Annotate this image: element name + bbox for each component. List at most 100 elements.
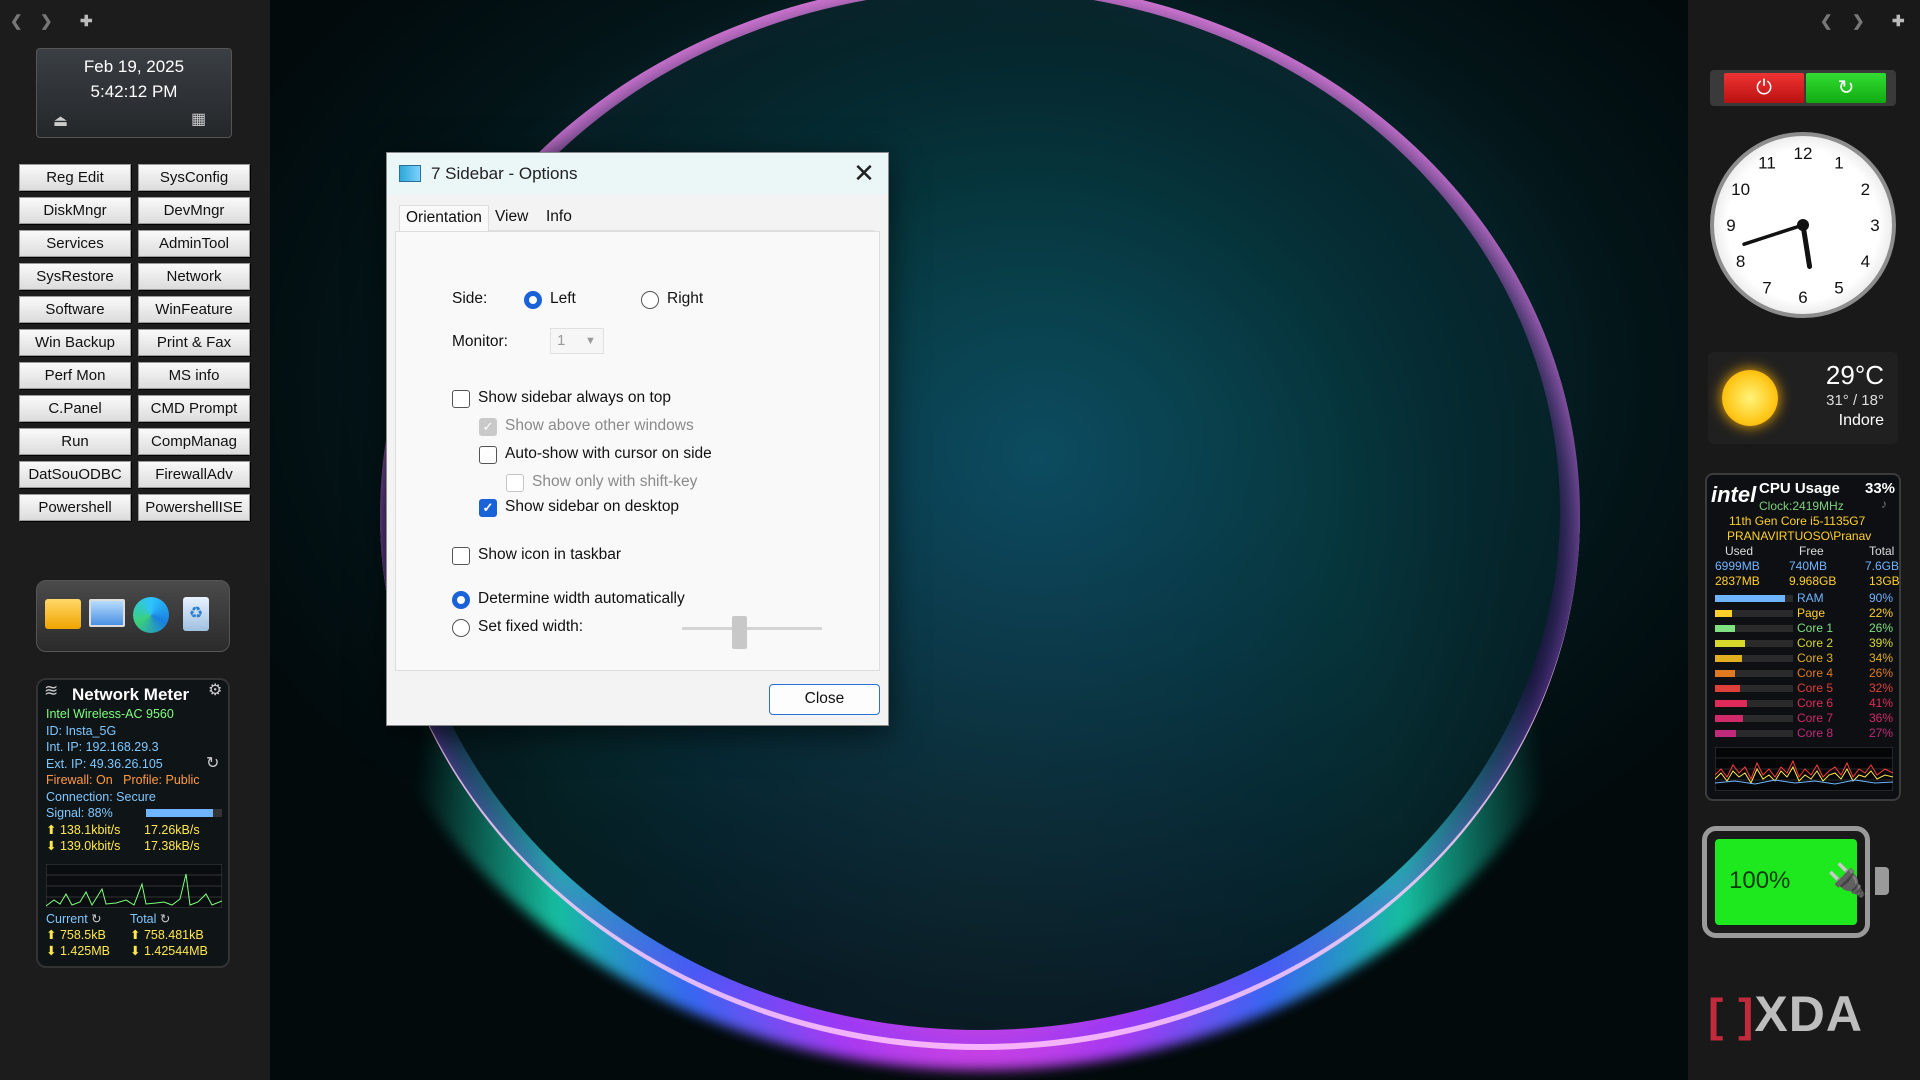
side-right-radio[interactable] (641, 291, 659, 309)
restart-icon[interactable]: ↻ (1806, 73, 1886, 103)
quick-button-c-panel[interactable]: C.Panel (19, 395, 131, 422)
download-rate: ⬇ 139.0kbit/s (46, 839, 121, 853)
add-gadget-icon[interactable]: ✚ (1892, 12, 1905, 30)
width-auto-radio[interactable] (452, 591, 470, 609)
width-slider-thumb[interactable] (732, 616, 747, 649)
usage-bar-value: 36% (1868, 711, 1893, 725)
network-id: ID: Insta_5G (46, 723, 117, 738)
clock-number: 4 (1861, 252, 1870, 271)
quick-button-compmanag[interactable]: CompManag (138, 428, 250, 455)
quick-button-datsouodbc[interactable]: DatSouODBC (19, 461, 131, 488)
usage-bar-value: 32% (1868, 681, 1893, 695)
memory-row-page: 2837MB 9.968GB 13GB (1715, 574, 1900, 589)
show-on-desktop-checkbox[interactable]: ✓ (479, 499, 497, 517)
clock-face: 121234567891011 (1726, 144, 1879, 307)
add-gadget-icon[interactable]: ✚ (80, 12, 93, 30)
reset-current-icon[interactable]: ↻ (91, 912, 101, 926)
tab-info[interactable]: Info (540, 205, 578, 231)
alarm-icon[interactable]: ⏏ (53, 109, 68, 134)
quick-button-win-backup[interactable]: Win Backup (19, 329, 131, 356)
nav-back-icon[interactable]: ❮ (1820, 12, 1833, 30)
above-other-windows-checkbox[interactable]: ✓ (479, 418, 497, 436)
folder-icon[interactable] (45, 599, 81, 629)
tab-orientation[interactable]: Orientation (399, 205, 489, 234)
close-icon[interactable]: ✕ (847, 157, 881, 191)
close-button[interactable]: Close (769, 684, 880, 715)
auto-show-checkbox[interactable] (479, 446, 497, 464)
usage-bar-track (1715, 715, 1793, 722)
intel-logo: intel (1711, 482, 1757, 507)
quick-button-network[interactable]: Network (138, 263, 250, 290)
quick-button-run[interactable]: Run (19, 428, 131, 455)
dialog-titlebar[interactable]: 7 Sidebar - Options ✕ (387, 153, 888, 195)
usage-bar-row: RAM 90% (1715, 591, 1899, 606)
quick-button-powershellise[interactable]: PowershellISE (138, 494, 250, 521)
internal-ip: Int. IP: 192.168.29.3 (46, 740, 159, 754)
usage-bar-fill (1715, 700, 1747, 707)
usage-bar-track (1715, 625, 1793, 632)
left-sidebar: ❮ ❯ ✚ Feb 19, 2025 5:42:12 PM ⏏ ▦ Reg Ed… (0, 0, 270, 1080)
clock-number: 12 (1794, 144, 1813, 163)
fixed-width-radio[interactable] (452, 619, 470, 637)
clock-number: 11 (1758, 154, 1776, 173)
tab-view[interactable]: View (489, 205, 534, 231)
plug-icon: 🔌 (1827, 862, 1867, 898)
adapter-name: Intel Wireless-AC 9560 (46, 707, 174, 721)
dialog-title: 7 Sidebar - Options (431, 164, 578, 183)
usage-bar-track (1715, 640, 1793, 647)
quick-button-cmd-prompt[interactable]: CMD Prompt (138, 395, 250, 422)
usage-bars: RAM 90% Page 22% Core 1 26% Core 2 39% Core 3 34%… (1715, 591, 1899, 741)
monitor-select[interactable]: 1 ▼ (550, 328, 604, 354)
usage-bar-label: Core 2 (1797, 636, 1834, 650)
total-download: ⬇ 1.42544MB (130, 944, 208, 958)
cpu-usage-value: 33% (1865, 480, 1896, 497)
nav-forward-icon[interactable]: ❯ (1852, 12, 1865, 30)
quick-button-sysrestore[interactable]: SysRestore (19, 263, 131, 290)
usage-bar-label: RAM (1797, 591, 1824, 605)
wifi-icon: ≋ (44, 681, 59, 700)
sun-icon (1722, 370, 1778, 426)
quick-button-software[interactable]: Software (19, 296, 131, 323)
nav-back-icon[interactable]: ❮ (10, 12, 23, 30)
settings-icon[interactable]: ♪ (1881, 497, 1887, 512)
monitor-icon[interactable] (89, 599, 125, 627)
quick-button-winfeature[interactable]: WinFeature (138, 296, 250, 323)
side-left-radio[interactable] (524, 291, 542, 309)
current-download: ⬇ 1.425MB (46, 944, 110, 958)
fixed-width-label: Set fixed width: (478, 618, 584, 635)
reset-total-icon[interactable]: ↻ (160, 912, 170, 926)
shift-key-checkbox[interactable] (506, 474, 524, 492)
settings-icon[interactable]: ⚙ (208, 682, 222, 700)
header-used: Used (1725, 544, 1754, 558)
network-meter-widget: Network Meter ≋ ⚙ Intel Wireless-AC 9560… (36, 678, 230, 968)
quick-button-reg-edit[interactable]: Reg Edit (19, 164, 131, 191)
quick-button-print-fax[interactable]: Print & Fax (138, 329, 250, 356)
quick-button-diskmngr[interactable]: DiskMngr (19, 197, 131, 224)
edge-browser-icon[interactable] (133, 597, 169, 633)
usage-bar-value: 34% (1868, 651, 1893, 665)
quick-button-perf-mon[interactable]: Perf Mon (19, 362, 131, 389)
shift-key-label: Show only with shift-key (532, 473, 698, 490)
time-text: 5:42:12 PM (90, 82, 178, 101)
quick-button-services[interactable]: Services (19, 230, 131, 257)
quick-button-firewalladv[interactable]: FirewallAdv (138, 461, 250, 488)
quick-button-devmngr[interactable]: DevMngr (138, 197, 250, 224)
side-label: Side: (452, 290, 488, 307)
always-on-top-checkbox[interactable] (452, 390, 470, 408)
nav-forward-icon[interactable]: ❯ (40, 12, 53, 30)
quick-button-ms-info[interactable]: MS info (138, 362, 250, 389)
recycle-bin-icon[interactable]: ♻ (183, 597, 209, 631)
width-slider-track[interactable] (682, 627, 822, 630)
usage-bar-label: Core 6 (1797, 696, 1834, 710)
external-ip: Ext. IP: 49.36.26.105 (46, 756, 163, 771)
xda-logo: [ ]XDA (1708, 985, 1863, 1043)
network-graph (46, 864, 222, 908)
weather-city: Indore (1838, 412, 1884, 429)
quick-button-powershell[interactable]: Powershell (19, 494, 131, 521)
calendar-icon[interactable]: ▦ (191, 107, 206, 132)
quick-button-admintool[interactable]: AdminTool (138, 230, 250, 257)
shutdown-icon[interactable]: ⏻ (1724, 73, 1804, 103)
refresh-icon[interactable]: ↻ (206, 755, 219, 773)
taskbar-icon-checkbox[interactable] (452, 547, 470, 565)
quick-button-sysconfig[interactable]: SysConfig (138, 164, 250, 191)
